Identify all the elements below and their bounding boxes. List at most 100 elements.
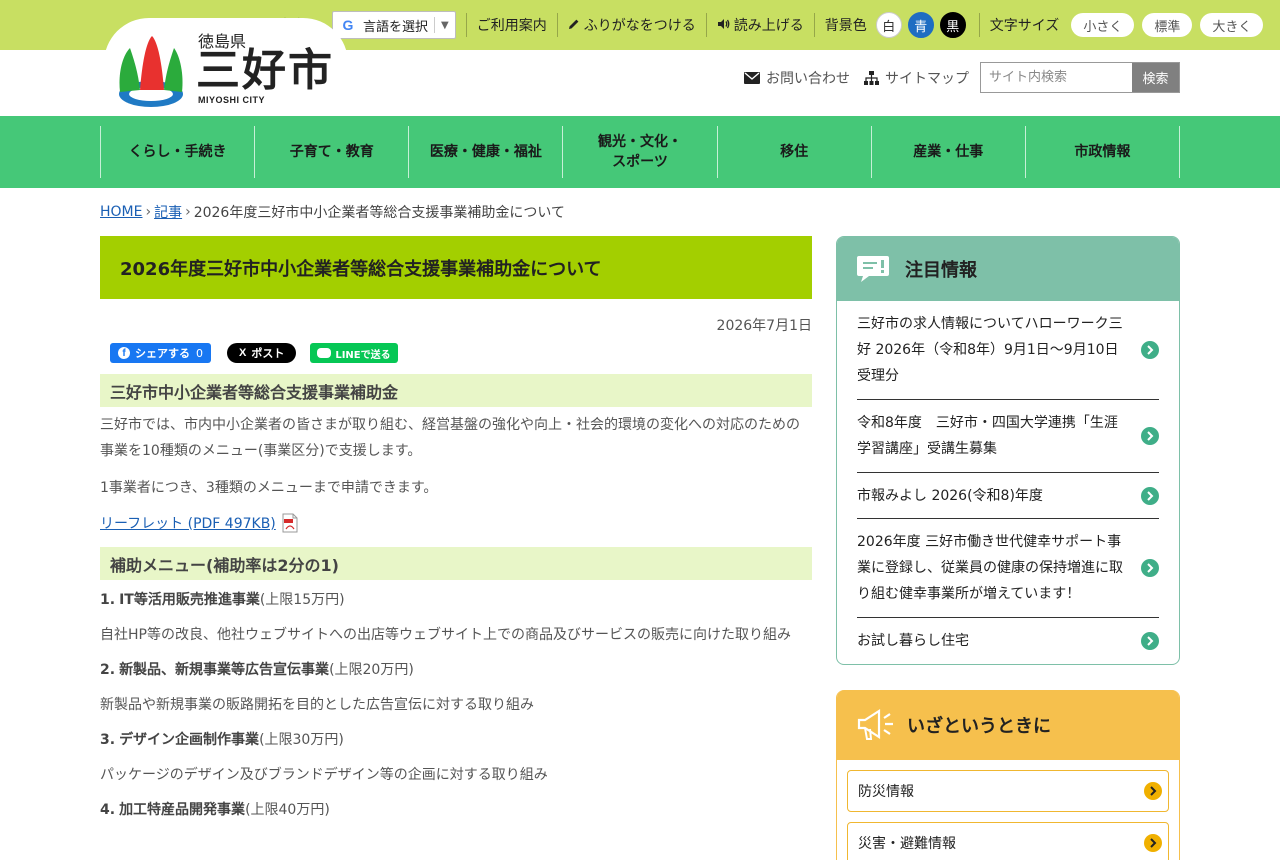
emergency-item-disaster-prevention[interactable]: 防災情報 (847, 770, 1169, 812)
contact-link[interactable]: お問い合わせ (744, 68, 850, 88)
chevron-right-icon (1141, 427, 1159, 445)
nav-item-tourism-culture-sports[interactable]: 観光・文化・ スポーツ (563, 126, 718, 178)
read-aloud-label: 読み上げる (733, 18, 804, 34)
emergency-item-label: 防災情報 (858, 784, 914, 800)
search-input[interactable] (981, 63, 1132, 92)
featured-info-box: 注目情報 三好市の求人情報についてハローワーク三好 2026年（令和8年）9月1… (836, 236, 1180, 665)
facebook-share-count: 0 (196, 346, 203, 360)
logo-city-name-en: MIYOSHI CITY (198, 95, 266, 105)
leaflet-pdf-link[interactable]: リーフレット (PDF 497KB) (100, 513, 812, 533)
list-item-label: お試し暮らし住宅 (857, 633, 969, 649)
nav-item-city-government[interactable]: 市政情報 (1026, 126, 1180, 178)
bg-black-button[interactable]: 黒 (939, 12, 966, 38)
usage-guide-link[interactable]: ご利用案内 (467, 15, 557, 35)
global-nav-list: くらし・手続き 子育て・教育 医療・健康・福祉 観光・文化・ スポーツ 移住 産… (100, 126, 1180, 178)
font-normal-button[interactable]: 標準 (1142, 13, 1193, 37)
bg-white-button[interactable]: 白 (875, 12, 902, 38)
furigana-button[interactable]: ふりがなをつける (558, 15, 706, 35)
speaker-icon (717, 19, 730, 29)
breadcrumb-articles-link[interactable]: 記事 (154, 202, 182, 222)
nav-item-medical-welfare[interactable]: 医療・健康・福祉 (409, 126, 564, 178)
x-post-button[interactable]: X ポスト (227, 343, 297, 363)
emergency-header: いざというときに (837, 690, 1179, 760)
menu-name: 加工特産品開発事業 (119, 802, 246, 818)
menu-number: 3. (100, 732, 116, 748)
menu-number: 1. (100, 592, 116, 608)
speech-bubble-icon (857, 256, 889, 282)
bg-blue-button[interactable]: 青 (907, 12, 934, 38)
pdf-icon (282, 513, 298, 533)
subsidy-menu-item: 3. デザイン企画制作事業(上限30万円) (100, 730, 812, 750)
subsidy-menu-item: 2. 新製品、新規事業等広告宣伝事業(上限20万円) (100, 660, 812, 680)
furigana-label: ふりがなをつける (583, 18, 696, 34)
list-item[interactable]: 令和8年度 三好市・四国大学連携「生涯学習講座」受講生募集 (857, 400, 1159, 473)
menu-description: 新製品や新規事業の販路開拓を目的とした広告宣伝に対する取り組み (100, 697, 534, 713)
facebook-share-label: シェアする (135, 347, 190, 360)
search-button[interactable]: 検索 (1132, 63, 1179, 92)
envelope-icon (744, 72, 760, 84)
subsidy-menu-item: 1. IT等活用販売推進事業(上限15万円) (100, 590, 812, 610)
list-item-label: 令和8年度 三好市・四国大学連携「生涯学習講座」受講生募集 (857, 415, 1118, 457)
language-select-divider (434, 17, 436, 33)
subsidy-menu-item: 4. 加工特産品開発事業(上限40万円) (100, 800, 812, 820)
list-item-label: 三好市の求人情報についてハローワーク三好 2026年（令和8年）9月1日〜9月1… (857, 316, 1123, 384)
menu-number: 4. (100, 802, 116, 818)
facebook-share-button[interactable]: f シェアする 0 (110, 343, 211, 363)
read-aloud-button[interactable]: 読み上げる (707, 15, 814, 35)
font-large-button[interactable]: 大きく (1200, 13, 1264, 37)
x-icon: X (239, 347, 247, 359)
list-item[interactable]: 市報みよし 2026(令和8)年度 (857, 473, 1159, 519)
intro-paragraph: 三好市では、市内中小企業者の皆さまが取り組む、経営基盤の強化や向上・社会的環境の… (100, 417, 800, 459)
emergency-list: 防災情報 災害・避難情報 (837, 760, 1179, 860)
nav-item-living[interactable]: くらし・手続き (101, 126, 256, 178)
breadcrumb-home-link[interactable]: HOME (100, 204, 142, 220)
nav-item-industry-work[interactable]: 産業・仕事 (872, 126, 1026, 178)
logo-city-name: 三好市 (196, 45, 334, 96)
utility-links: 本文へ G 言語を選択 ▼ ご利用案内 ふりがなをつける 読み上げる 背景色 白… (268, 0, 1267, 50)
emergency-title: いざというときに (907, 716, 1051, 737)
share-buttons: f シェアする 0 X ポスト LINEで送る (100, 337, 812, 369)
list-item[interactable]: 2026年度 三好市働き世代健幸サポート事業に登録し、従業員の健康の保持増進に取… (857, 519, 1159, 618)
featured-info-list: 三好市の求人情報についてハローワーク三好 2026年（令和8年）9月1日〜9月1… (837, 301, 1179, 664)
list-item[interactable]: 三好市の求人情報についてハローワーク三好 2026年（令和8年）9月1日〜9月1… (857, 301, 1159, 400)
menu-limit: (上限40万円) (245, 802, 330, 818)
language-select[interactable]: G 言語を選択 ▼ (332, 11, 456, 39)
menu-limit: (上限20万円) (329, 662, 414, 678)
facebook-icon: f (118, 347, 130, 359)
line-share-label: LINEで送る (335, 349, 391, 361)
menu-name: デザイン企画制作事業 (119, 732, 260, 748)
sidebar: 注目情報 三好市の求人情報についてハローワーク三好 2026年（令和8年）9月1… (836, 236, 1180, 860)
sitemap-label: サイトマップ (885, 71, 969, 87)
publish-date: 2026年7月1日 (716, 318, 812, 334)
chevron-down-icon: ▼ (441, 19, 449, 31)
menu-name: IT等活用販売推進事業 (119, 592, 260, 608)
menu-description: パッケージのデザイン及びブランドデザイン等の企画に対する取り組み (100, 767, 548, 783)
site-logo[interactable]: 徳島県 三好市 MIYOSHI CITY (104, 18, 348, 108)
line-icon (317, 348, 332, 358)
article-main: 2026年度三好市中小企業者等総合支援事業補助金について 2026年7月1日 f… (100, 236, 812, 820)
chevron-right-icon (1144, 834, 1162, 852)
font-small-button[interactable]: 小さく (1071, 13, 1135, 37)
chevron-right-icon (1141, 486, 1159, 505)
x-post-label: ポスト (251, 347, 285, 360)
menu-limit: (上限15万円) (259, 592, 345, 608)
line-share-button[interactable]: LINEで送る (310, 343, 398, 363)
list-item[interactable]: お試し暮らし住宅 (857, 618, 1159, 664)
megaphone-icon (857, 708, 893, 740)
background-color-label: 背景色 (824, 18, 867, 34)
global-navigation: くらし・手続き 子育て・教育 医療・健康・福祉 観光・文化・ スポーツ 移住 産… (0, 116, 1280, 188)
city-emblem-icon (119, 36, 183, 107)
leaflet-pdf-label: リーフレット (PDF 497KB) (100, 516, 276, 532)
menu-name: 新製品、新規事業等広告宣伝事業 (119, 662, 330, 678)
featured-info-title: 注目情報 (905, 260, 977, 281)
chevron-right-icon (1144, 782, 1162, 800)
font-size-label: 文字サイズ (989, 18, 1060, 34)
sitemap-link[interactable]: サイトマップ (864, 68, 969, 88)
contact-label: お問い合わせ (766, 71, 850, 87)
nav-item-childcare-education[interactable]: 子育て・教育 (255, 126, 410, 178)
featured-info-header: 注目情報 (837, 237, 1179, 301)
chevron-right-icon (1141, 559, 1159, 577)
emergency-item-evacuation[interactable]: 災害・避難情報 (847, 822, 1169, 860)
menu-number: 2. (100, 662, 116, 678)
nav-item-relocation[interactable]: 移住 (718, 126, 872, 178)
